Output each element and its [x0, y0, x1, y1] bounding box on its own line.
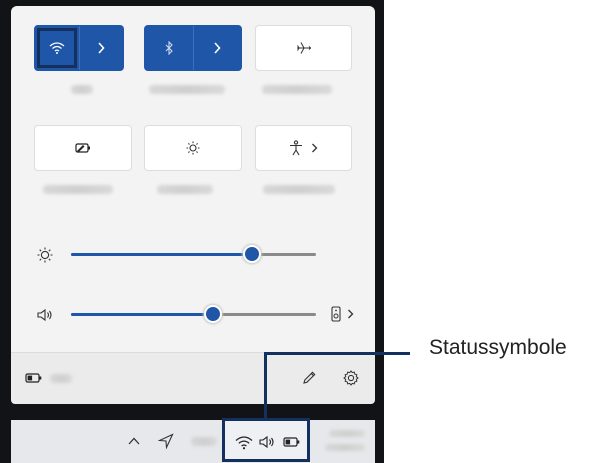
bluetooth-label	[149, 85, 225, 94]
sun-icon	[185, 140, 201, 156]
brightness-icon	[36, 246, 54, 264]
airplane-icon	[296, 41, 312, 55]
brightness-slider-fill	[71, 253, 253, 256]
clock-date	[325, 444, 365, 451]
airplane-mode-tile[interactable]	[255, 25, 352, 71]
airplane-mode-label	[262, 85, 332, 94]
callout-line-horizontal	[264, 352, 410, 355]
wifi-tile[interactable]	[34, 25, 124, 71]
wifi-expand-button[interactable]	[80, 26, 124, 70]
night-light-tile[interactable]	[144, 125, 242, 171]
battery-saver-label	[43, 185, 113, 194]
chevron-right-icon	[213, 42, 221, 54]
battery-saver-tile[interactable]	[34, 125, 132, 171]
speaker-icon	[258, 434, 276, 450]
accessibility-label	[263, 185, 335, 194]
bluetooth-tile[interactable]	[144, 25, 242, 71]
chevron-right-icon	[347, 309, 354, 319]
chevron-right-icon	[311, 143, 318, 153]
wifi-toggle[interactable]	[35, 26, 79, 70]
battery-icon[interactable]	[25, 372, 43, 384]
callout-label: Statussymbole	[429, 336, 567, 359]
accessibility-tile[interactable]	[255, 125, 352, 171]
speaker-icon[interactable]	[36, 307, 54, 323]
bluetooth-toggle[interactable]	[145, 26, 193, 70]
clock-time	[329, 430, 365, 437]
wifi-label	[71, 85, 93, 94]
accessibility-icon	[289, 140, 303, 156]
volume-slider-fill	[71, 313, 214, 316]
chevron-up-icon[interactable]	[127, 434, 141, 448]
volume-slider[interactable]	[71, 307, 316, 321]
language-indicator	[191, 437, 217, 446]
quick-settings-panel	[11, 6, 375, 403]
wifi-icon	[235, 434, 253, 450]
battery-icon	[283, 436, 301, 448]
battery-saver-icon	[75, 142, 91, 154]
night-light-label	[157, 185, 213, 194]
callout-line-vertical	[264, 352, 267, 418]
volume-slider-thumb[interactable]	[206, 307, 221, 321]
chevron-right-icon	[97, 42, 105, 54]
bluetooth-expand-button[interactable]	[194, 26, 242, 70]
brightness-slider-thumb[interactable]	[245, 247, 260, 261]
bluetooth-icon	[164, 41, 174, 55]
pencil-icon[interactable]	[301, 370, 317, 386]
taskbar	[11, 420, 375, 463]
quick-settings-footer	[11, 352, 375, 404]
gear-icon[interactable]	[342, 369, 360, 387]
wifi-icon	[49, 41, 65, 55]
status-icons-tray[interactable]	[222, 418, 310, 462]
battery-percentage	[50, 374, 72, 383]
pen-icon[interactable]	[157, 432, 175, 450]
audio-output-icon	[330, 306, 341, 322]
audio-output-button[interactable]	[327, 305, 357, 323]
brightness-slider[interactable]	[71, 247, 316, 261]
